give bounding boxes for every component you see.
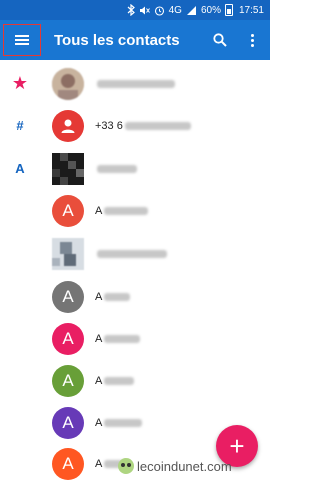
alarm-icon [154, 0, 165, 20]
hamburger-menu-icon[interactable] [3, 24, 41, 56]
contact-initial-text: A [95, 375, 103, 387]
avatar [52, 238, 84, 270]
contact-item[interactable] [0, 64, 270, 104]
avatar: A [52, 195, 84, 227]
app-bar: Tous les contacts [0, 20, 270, 60]
contact-initial-text: A [95, 333, 103, 345]
watermark-text: lecoindunet.com [137, 458, 232, 474]
more-vert-icon[interactable] [236, 24, 268, 56]
status-time: 17:51 [238, 4, 264, 16]
contact-name [95, 165, 137, 173]
contact-name: A [95, 205, 149, 217]
contact-item[interactable]: A A [0, 277, 270, 317]
avatar: A [52, 281, 84, 313]
contact-item[interactable]: A A [0, 319, 270, 359]
avatar: A [52, 407, 84, 439]
avatar: A [52, 448, 84, 480]
mute-icon [139, 0, 150, 20]
contacts-screen: 4G 60% 17:51 Tous les contacts ★ # A +33… [0, 0, 270, 480]
search-icon[interactable] [204, 24, 236, 56]
contact-item[interactable]: A A [0, 191, 270, 231]
page-title: Tous les contacts [54, 31, 180, 49]
contact-name: A [95, 375, 135, 387]
avatar: A [52, 365, 84, 397]
contact-name [95, 80, 175, 88]
status-bar: 4G 60% 17:51 [0, 0, 270, 20]
contact-item[interactable] [0, 149, 270, 189]
battery-icon [224, 4, 233, 16]
network-type-indicator: 4G [168, 4, 182, 16]
contact-name: A [95, 291, 131, 303]
person-icon [52, 110, 84, 142]
contact-name [95, 250, 167, 258]
contact-item[interactable]: A A [0, 361, 270, 401]
contact-name: A [95, 333, 141, 345]
contact-initial-text: A [95, 205, 103, 217]
bluetooth-icon [127, 0, 135, 20]
contact-phone-prefix: +33 6 [95, 120, 123, 132]
avatar [52, 68, 84, 100]
signal-icon [186, 0, 197, 20]
battery-percent: 60% [200, 4, 221, 16]
add-icon: + [229, 431, 245, 461]
contact-initial-text: A [95, 458, 103, 470]
avatar [52, 153, 84, 185]
avatar: A [52, 323, 84, 355]
contact-item[interactable] [0, 234, 270, 274]
watermark: lecoindunet.com [118, 458, 232, 474]
contact-item[interactable]: +33 6 [0, 106, 270, 146]
contact-name: +33 6 [95, 120, 191, 132]
watermark-logo-icon [118, 458, 134, 474]
contact-name: A [95, 417, 143, 429]
contact-initial-text: A [95, 417, 103, 429]
contact-initial-text: A [95, 291, 103, 303]
